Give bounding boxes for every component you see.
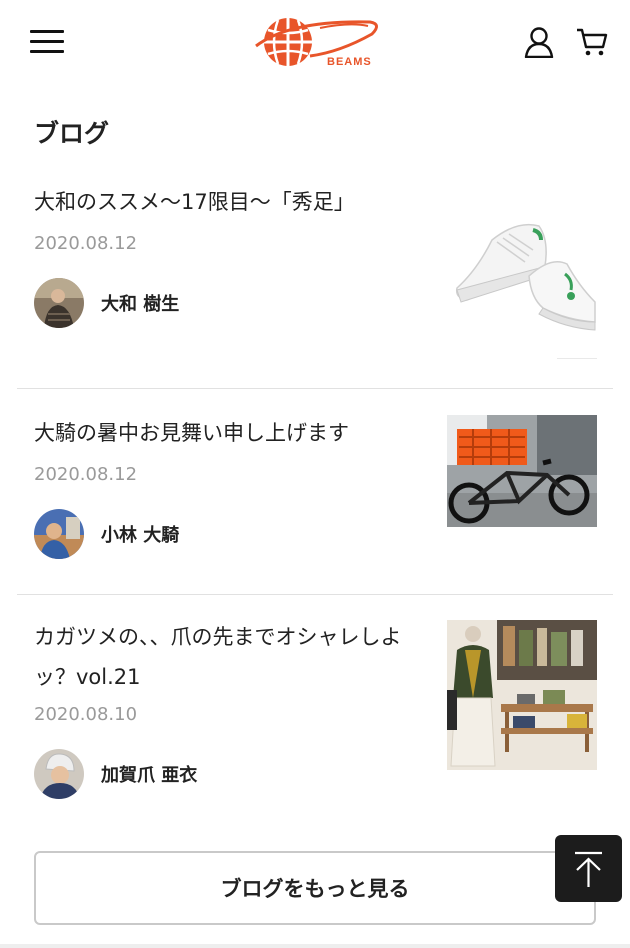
blog-post-author[interactable]: 小林 大騎 bbox=[34, 508, 179, 560]
section-title: ブログ bbox=[34, 119, 110, 148]
logo-wordmark: BEAMS bbox=[327, 56, 372, 68]
user-icon[interactable] bbox=[524, 26, 554, 58]
arrow-up-icon bbox=[575, 851, 602, 887]
blog-post-date: 2020.08.10 bbox=[34, 704, 138, 725]
author-avatar bbox=[34, 278, 84, 328]
back-to-top-button[interactable] bbox=[555, 835, 622, 902]
author-name: 小林 大騎 bbox=[101, 525, 180, 546]
footer-divider bbox=[0, 944, 630, 948]
author-name: 大和 樹生 bbox=[101, 294, 180, 315]
divider bbox=[17, 388, 613, 389]
author-avatar bbox=[34, 749, 84, 799]
blog-post-title[interactable]: カガツメの、、爪の先までオシャレしよッ？vol.21 bbox=[34, 617, 424, 697]
blog-post-card[interactable]: 大和のススメ〜17限目〜「秀足」 2020.08.12 大和 樹生 bbox=[17, 176, 613, 389]
blog-post-thumbnail[interactable] bbox=[447, 620, 597, 770]
blog-post-card[interactable]: カガツメの、、爪の先までオシャレしよッ？vol.21 2020.08.10 加賀… bbox=[17, 616, 613, 826]
author-name: 加賀爪 亜衣 bbox=[101, 765, 198, 786]
blog-post-title[interactable]: 大騎の暑中お見舞い申し上げます bbox=[34, 413, 424, 453]
blog-post-thumbnail[interactable] bbox=[447, 415, 597, 527]
cart-icon[interactable] bbox=[576, 26, 608, 58]
page: BEAMS ブログ 大和のススメ〜17限目〜「秀足」 2020.08.12 大和… bbox=[0, 0, 630, 948]
author-avatar bbox=[34, 509, 84, 559]
hamburger-menu-icon[interactable] bbox=[30, 28, 64, 56]
blog-post-title[interactable]: 大和のススメ〜17限目〜「秀足」 bbox=[34, 182, 424, 222]
blog-post-date: 2020.08.12 bbox=[34, 233, 138, 254]
blog-post-author[interactable]: 加賀爪 亜衣 bbox=[34, 748, 197, 800]
divider bbox=[17, 594, 613, 595]
blog-post-card[interactable]: 大騎の暑中お見舞い申し上げます 2020.08.12 小林 大騎 bbox=[17, 410, 613, 595]
blog-post-thumbnail[interactable] bbox=[447, 210, 597, 362]
site-header: BEAMS bbox=[0, 0, 630, 90]
blog-post-author[interactable]: 大和 樹生 bbox=[34, 277, 179, 329]
more-blogs-button[interactable]: ブログをもっと見る bbox=[34, 851, 596, 925]
blog-post-date: 2020.08.12 bbox=[34, 464, 138, 485]
